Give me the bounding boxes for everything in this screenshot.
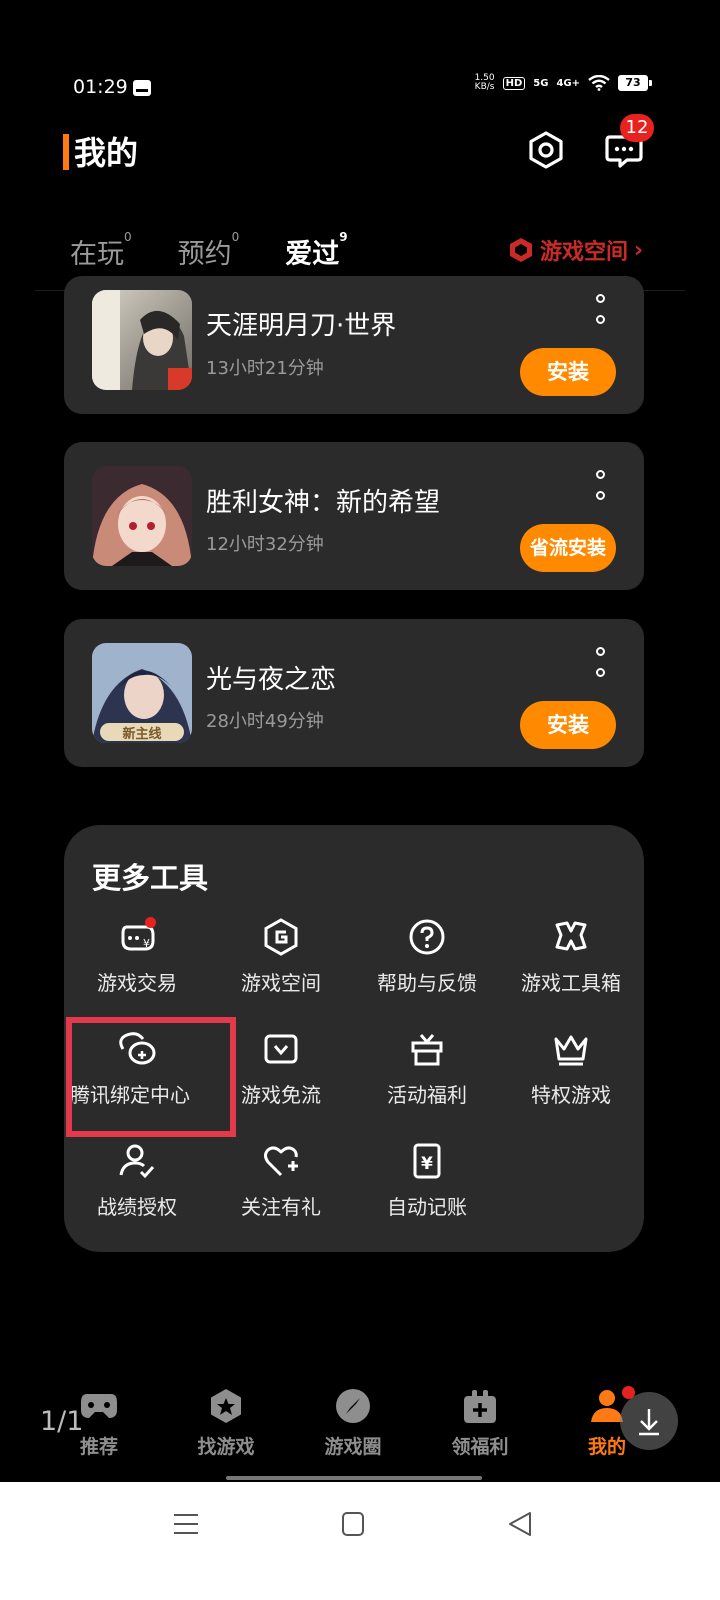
settings-button[interactable] — [524, 128, 568, 172]
back-icon[interactable] — [508, 1511, 532, 1537]
game-cover — [92, 290, 192, 390]
game-space-link-label: 游戏空间 — [540, 240, 629, 265]
tools-title: 更多工具 — [92, 861, 209, 895]
network-speed: 1.50 KB/s — [475, 74, 495, 92]
install-button[interactable]: 省流安装 — [520, 524, 616, 572]
gamepad-icon — [81, 1394, 117, 1418]
game-name: 天涯明月刀·世界 — [206, 311, 397, 341]
welfare-icon — [464, 1390, 496, 1423]
page-title: 我的 — [74, 134, 139, 172]
svg-text:¥: ¥ — [421, 1154, 433, 1174]
game-card[interactable]: 新主线 光与夜之恋 28小时49分钟 安装 — [64, 619, 644, 767]
highlight-box — [66, 1017, 236, 1137]
title-accent-bar — [63, 134, 69, 170]
chevron-right-icon: › — [634, 237, 644, 263]
tool-follow-gift[interactable]: 关注有礼 — [208, 1141, 354, 1220]
find-game-icon — [211, 1389, 241, 1423]
tab-reserved[interactable]: 预约0 — [177, 230, 240, 271]
tool-label: 特权游戏 — [531, 1083, 611, 1107]
speed-unit: KB/s — [474, 82, 495, 92]
notification-dot — [145, 917, 156, 928]
page-indicator: 1/1 — [40, 1406, 84, 1437]
tool-label: 游戏交易 — [97, 971, 177, 995]
tab-label: 爱过 — [285, 239, 340, 270]
tab-loved[interactable]: 爱过9 — [285, 230, 348, 271]
game-playtime: 13小时21分钟 — [206, 358, 324, 379]
game-playtime: 28小时49分钟 — [206, 711, 324, 732]
tool-event-welfare[interactable]: 活动福利 — [354, 1029, 500, 1108]
home-icon[interactable] — [341, 1511, 365, 1537]
tool-label: 游戏空间 — [241, 971, 321, 995]
download-icon — [639, 1409, 659, 1436]
tool-game-trade[interactable]: ¥ 游戏交易 — [64, 917, 210, 996]
game-card[interactable]: 胜利女神：新的希望 12小时32分钟 省流安装 — [64, 442, 644, 590]
nav-find-game[interactable]: 找游戏 — [171, 1388, 281, 1459]
more-options-icon[interactable] — [594, 294, 606, 324]
game-space-icon — [264, 918, 298, 956]
tool-label: 游戏工具箱 — [521, 971, 621, 995]
tool-label: 帮助与反馈 — [377, 971, 477, 995]
install-button[interactable]: 安装 — [520, 701, 616, 749]
tool-record-auth[interactable]: 战绩授权 — [64, 1141, 210, 1220]
sim-icon — [133, 80, 151, 96]
system-navigation-bar — [0, 1482, 720, 1600]
tab-count: 9 — [339, 230, 348, 244]
wifi-icon — [588, 75, 610, 91]
tool-label: 活动福利 — [387, 1083, 467, 1107]
game-name: 胜利女神：新的希望 — [206, 488, 441, 518]
tool-game-space[interactable]: 游戏空间 — [208, 917, 354, 996]
nav-label: 找游戏 — [197, 1436, 255, 1458]
download-fab[interactable] — [620, 1392, 678, 1450]
message-count-badge: 12 — [620, 114, 654, 142]
tool-help-feedback[interactable]: 帮助与反馈 — [354, 917, 500, 996]
tab-count: 0 — [124, 230, 132, 244]
game-space-link[interactable]: 游戏空间 › — [508, 234, 643, 266]
tool-label: 战绩授权 — [97, 1195, 177, 1219]
status-bar: 01:29 1.50 KB/s HD 5G 4G+ 73 — [0, 60, 720, 120]
heart-plus-icon — [264, 1146, 298, 1177]
tab-bar: 在玩0 预约0 爱过9 — [70, 230, 348, 271]
gesture-bar — [226, 1476, 482, 1480]
signal-5g-icon: 5G — [533, 77, 549, 89]
svg-text:¥: ¥ — [143, 937, 150, 950]
nav-label: 领福利 — [451, 1436, 509, 1458]
tool-label: 自动记账 — [387, 1195, 467, 1219]
tool-privilege-games[interactable]: 特权游戏 — [498, 1029, 644, 1108]
nav-welfare[interactable]: 领福利 — [425, 1388, 535, 1459]
more-options-icon[interactable] — [594, 647, 606, 677]
tool-toolbox[interactable]: 游戏工具箱 — [498, 917, 644, 996]
battery-icon: 73 — [618, 75, 652, 91]
toolbox-icon — [555, 921, 587, 951]
settings-hex-icon — [529, 131, 563, 169]
gift-icon — [411, 1034, 443, 1066]
status-time: 01:29 — [73, 76, 128, 98]
game-card[interactable]: 天涯明月刀·世界 13小时21分钟 安装 — [64, 276, 644, 414]
help-icon — [409, 919, 445, 955]
tab-label: 在玩 — [70, 239, 124, 270]
game-cover — [92, 466, 192, 566]
install-button[interactable]: 安装 — [520, 348, 616, 396]
menu-icon[interactable] — [173, 1511, 199, 1537]
crown-icon — [554, 1035, 588, 1066]
user-check-icon — [119, 1144, 155, 1179]
tool-auto-ledger[interactable]: ¥ 自动记账 — [354, 1141, 500, 1220]
game-playtime: 12小时32分钟 — [206, 534, 324, 555]
hd-icon: HD — [502, 76, 526, 90]
ledger-icon: ¥ — [413, 1143, 441, 1179]
status-icons: 1.50 KB/s HD 5G 4G+ 73 — [475, 74, 652, 92]
game-space-logo-icon — [510, 238, 532, 262]
tool-label: 关注有礼 — [241, 1195, 321, 1219]
free-data-icon — [264, 1034, 298, 1064]
more-options-icon[interactable] — [594, 470, 606, 500]
tab-playing[interactable]: 在玩0 — [70, 230, 132, 271]
nav-game-circle[interactable]: 游戏圈 — [298, 1388, 408, 1459]
cover-tag: 新主线 — [122, 727, 162, 742]
tab-count: 0 — [231, 230, 240, 244]
compass-icon — [336, 1389, 370, 1423]
game-cover: 新主线 — [92, 643, 192, 743]
nav-label: 游戏圈 — [324, 1436, 382, 1458]
game-name: 光与夜之恋 — [206, 665, 337, 695]
signal-4g-icon: 4G+ — [556, 77, 580, 89]
tab-label: 预约 — [177, 239, 232, 270]
